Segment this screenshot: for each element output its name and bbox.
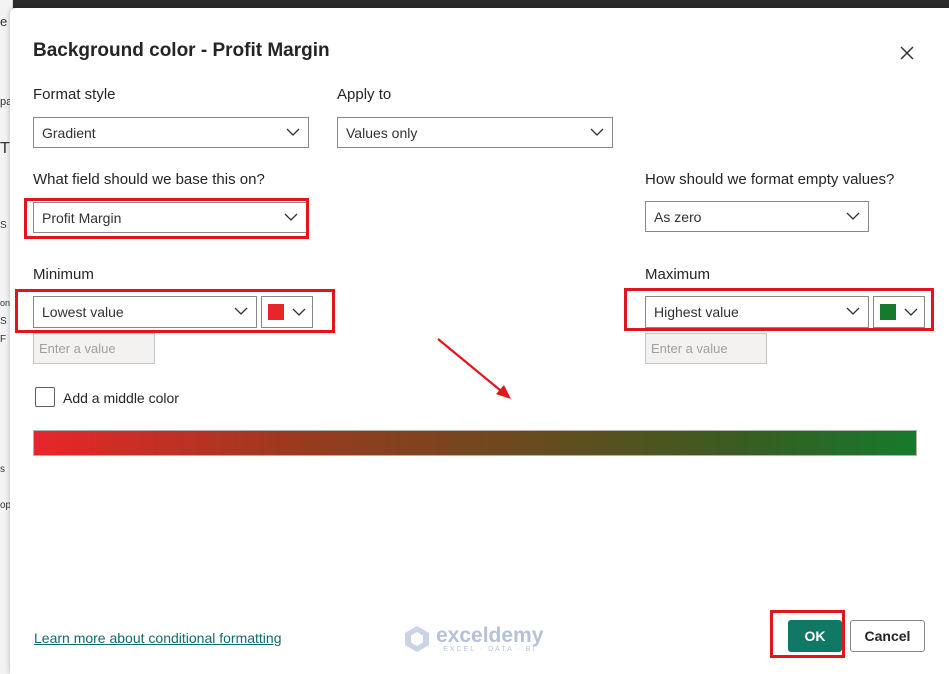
background-color-dialog: Background color - Profit Margin Format … bbox=[10, 8, 949, 674]
watermark: exceldemy EXCEL · DATA · BI bbox=[402, 624, 543, 654]
bg-fragment: T bbox=[0, 140, 10, 157]
minimum-input-placeholder: Enter a value bbox=[39, 341, 116, 356]
chevron-down-icon bbox=[286, 125, 300, 139]
maximum-input-placeholder: Enter a value bbox=[651, 341, 728, 356]
bg-fragment: e bbox=[0, 14, 8, 29]
close-icon[interactable] bbox=[898, 44, 916, 62]
empty-values-value: As zero bbox=[654, 208, 702, 225]
ok-button[interactable]: OK bbox=[788, 620, 842, 652]
watermark-name: exceldemy bbox=[436, 623, 544, 647]
exceldemy-logo-icon bbox=[405, 626, 429, 652]
base-field-dropdown[interactable]: Profit Margin bbox=[33, 202, 307, 233]
empty-values-label: How should we format empty values? bbox=[645, 171, 895, 188]
dialog-title: Background color - Profit Margin bbox=[33, 40, 330, 61]
maximum-label: Maximum bbox=[645, 266, 711, 283]
cancel-button[interactable]: Cancel bbox=[850, 620, 925, 652]
minimum-color-picker[interactable] bbox=[261, 296, 313, 328]
apply-to-dropdown[interactable]: Values only bbox=[337, 117, 613, 148]
bg-fragment: on bbox=[0, 298, 11, 308]
maximum-color-picker[interactable] bbox=[873, 296, 925, 328]
minimum-value-input[interactable]: Enter a value bbox=[33, 333, 155, 364]
middle-color-label: Add a middle color bbox=[63, 390, 179, 406]
apply-to-label: Apply to bbox=[337, 86, 392, 103]
minimum-value: Lowest value bbox=[42, 304, 124, 320]
format-style-label: Format style bbox=[33, 86, 116, 103]
minimum-dropdown[interactable]: Lowest value bbox=[33, 296, 257, 328]
bg-fragment: S bbox=[0, 316, 7, 327]
chevron-down-icon bbox=[284, 210, 298, 224]
window-top-bar bbox=[0, 0, 949, 8]
format-style-dropdown[interactable]: Gradient bbox=[33, 117, 309, 148]
maximum-color-swatch bbox=[880, 304, 896, 320]
middle-color-checkbox[interactable] bbox=[35, 387, 55, 407]
chevron-down-icon bbox=[234, 304, 248, 318]
maximum-value: Highest value bbox=[654, 304, 739, 320]
maximum-value-input[interactable]: Enter a value bbox=[645, 333, 767, 364]
chevron-down-icon bbox=[846, 304, 860, 318]
maximum-dropdown[interactable]: Highest value bbox=[645, 296, 869, 328]
chevron-down-icon bbox=[846, 209, 860, 223]
empty-values-dropdown[interactable]: As zero bbox=[645, 201, 869, 232]
watermark-sub: EXCEL · DATA · BI bbox=[443, 645, 537, 653]
learn-more-link[interactable]: Learn more about conditional formatting bbox=[34, 630, 281, 646]
format-style-value: Gradient bbox=[42, 124, 96, 141]
bg-fragment: S bbox=[0, 220, 7, 231]
bg-fragment: s bbox=[0, 464, 5, 475]
bg-fragment: F bbox=[0, 334, 7, 345]
apply-to-value: Values only bbox=[346, 124, 418, 141]
chevron-down-icon bbox=[904, 305, 918, 319]
minimum-label: Minimum bbox=[33, 266, 94, 283]
minimum-color-swatch bbox=[268, 304, 284, 320]
annotation-arrow bbox=[437, 338, 511, 399]
chevron-down-icon bbox=[590, 125, 604, 139]
base-field-label: What field should we base this on? bbox=[33, 171, 265, 188]
base-field-value: Profit Margin bbox=[42, 209, 122, 226]
gradient-preview-bar bbox=[33, 430, 917, 456]
chevron-down-icon bbox=[292, 305, 306, 319]
